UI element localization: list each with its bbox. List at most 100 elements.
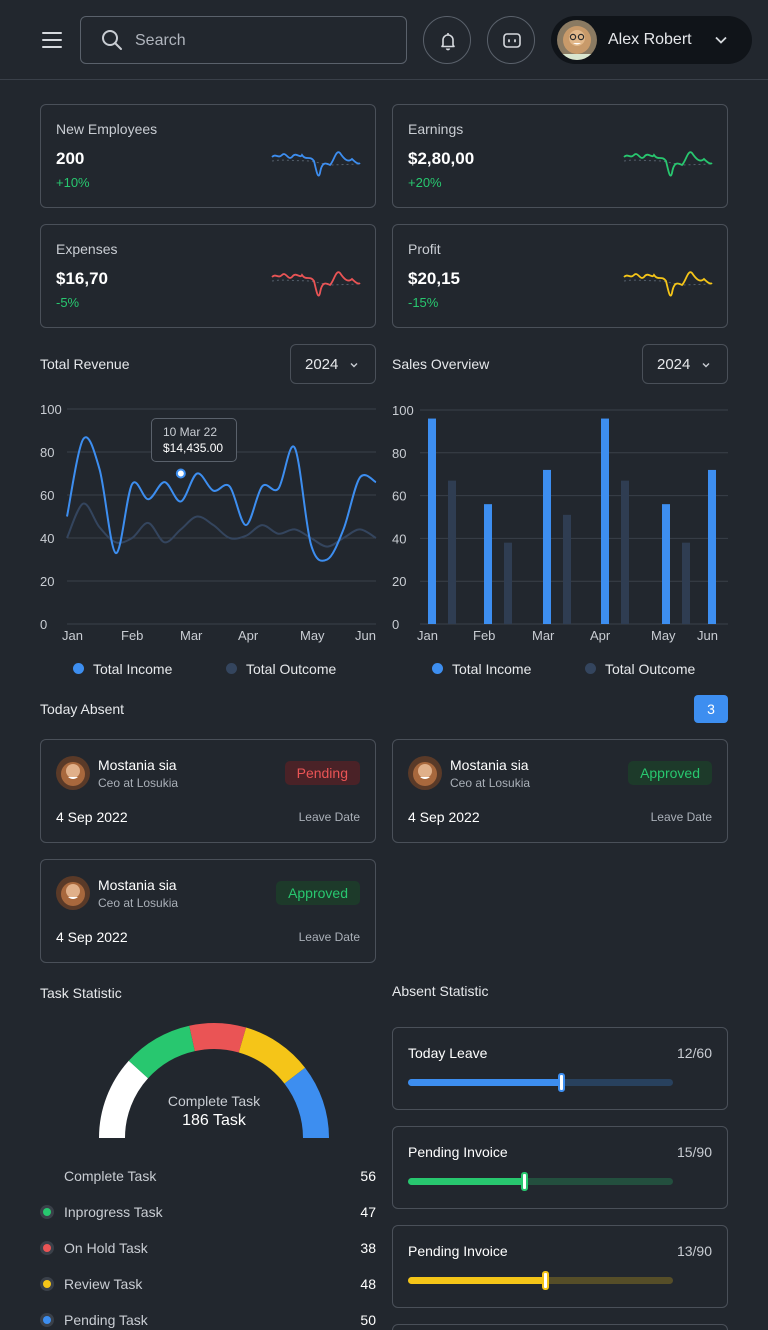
revenue-title: Total Revenue — [40, 356, 130, 372]
progress-value: 12/60 — [676, 1045, 712, 1061]
bar-income — [484, 504, 492, 624]
progress-label: Pending Invoice — [408, 1243, 508, 1259]
stat-label: Earnings — [408, 121, 464, 137]
status-badge: Approved — [628, 761, 712, 785]
progress-track[interactable] — [408, 1271, 673, 1290]
avatar — [557, 20, 597, 60]
avatar — [56, 876, 90, 910]
x-tick-label: Jan — [417, 628, 438, 643]
stat-change: +20% — [408, 175, 442, 190]
legend-dot-outcome — [226, 663, 237, 674]
x-tick-label: Feb — [121, 628, 143, 643]
y-tick-label: 80 — [40, 445, 54, 460]
sparkline-chart — [271, 271, 361, 297]
select-value: 2024 — [305, 356, 339, 373]
progress-handle[interactable] — [520, 1172, 528, 1191]
task-dot — [40, 1205, 54, 1219]
user-profile-menu[interactable]: Alex Robert — [551, 16, 752, 64]
task-label: Complete Task — [64, 1168, 157, 1184]
task-title: Task Statistic — [40, 985, 122, 1001]
stat-value: $2,80,00 — [408, 149, 475, 168]
x-tick-label: Mar — [532, 628, 555, 643]
stat-change: -15% — [408, 295, 439, 310]
message-button[interactable] — [487, 16, 535, 64]
task-row-review: Review Task 48 — [40, 1274, 376, 1294]
progress-card — [392, 1324, 728, 1330]
tooltip-date: 10 Mar 22 — [163, 425, 218, 439]
status-badge: Pending — [284, 761, 360, 785]
stat-value: $16,70 — [56, 269, 108, 288]
progress-fill — [408, 1277, 546, 1284]
y-tick-label: 100 — [40, 402, 62, 417]
avatar — [408, 756, 442, 790]
y-tick-label: 100 — [392, 403, 414, 418]
progress-card: Pending Invoice 13/90 — [392, 1225, 728, 1308]
leave-date: 4 Sep 2022 — [56, 929, 128, 945]
revenue-year-select[interactable]: 2024 — [290, 344, 376, 384]
absent-card: Mostania sia Ceo at Losukia Approved 4 S… — [392, 739, 728, 843]
gauge-segment — [238, 1027, 306, 1084]
y-tick-label: 20 — [40, 574, 54, 589]
bar-income — [428, 418, 436, 624]
series-line-outcome — [66, 502, 377, 548]
progress-track[interactable] — [408, 1172, 673, 1191]
x-tick-label: Apr — [590, 628, 611, 643]
progress-fill — [408, 1178, 525, 1185]
progress-value: 13/90 — [676, 1243, 712, 1259]
tooltip-value: $14,435.00 — [163, 441, 224, 455]
bar-outcome — [621, 480, 629, 624]
y-tick-label: 60 — [40, 488, 54, 503]
search-box[interactable] — [80, 16, 407, 64]
legend-outcome: Total Outcome — [605, 661, 696, 677]
stat-label: Expenses — [56, 241, 118, 257]
chevron-down-icon — [350, 363, 358, 368]
leave-date-label: Leave Date — [298, 810, 360, 824]
leave-date: 4 Sep 2022 — [408, 809, 480, 825]
stat-card-earnings: Earnings $2,80,00 +20% — [392, 104, 728, 208]
employee-role: Ceo at Losukia — [98, 776, 179, 790]
x-tick-label: Feb — [473, 628, 495, 643]
hamburger-menu-icon[interactable] — [34, 24, 70, 56]
bar-outcome — [448, 480, 456, 624]
task-label: Pending Task — [64, 1312, 148, 1328]
task-label: On Hold Task — [64, 1240, 148, 1256]
gauge-segment — [189, 1023, 247, 1053]
task-dot — [40, 1313, 54, 1327]
absent-stat-title: Absent Statistic — [392, 983, 489, 999]
sales-year-select[interactable]: 2024 — [642, 344, 728, 384]
task-value: 38 — [360, 1240, 376, 1256]
absent-title: Today Absent — [40, 701, 125, 717]
search-icon — [102, 30, 122, 50]
legend-dot-income — [432, 663, 443, 674]
y-tick-label: 40 — [40, 531, 54, 546]
legend-dot-income — [73, 663, 84, 674]
x-tick-label: May — [300, 628, 325, 643]
legend-income: Total Income — [452, 661, 532, 677]
notification-button[interactable] — [423, 16, 471, 64]
task-dot — [40, 1241, 54, 1255]
search-input[interactable] — [135, 29, 385, 53]
progress-handle[interactable] — [557, 1073, 565, 1092]
legend-income: Total Income — [93, 661, 173, 677]
y-tick-label: 0 — [392, 617, 399, 632]
task-row-inprogress: Inprogress Task 47 — [40, 1202, 376, 1222]
task-row-pending: Pending Task 50 — [40, 1310, 376, 1330]
bar-income — [543, 469, 551, 624]
absent-card: Mostania sia Ceo at Losukia Pending 4 Se… — [40, 739, 376, 843]
bar-income — [708, 469, 716, 624]
chevron-down-icon — [715, 36, 727, 44]
progress-handle[interactable] — [541, 1271, 549, 1290]
absent-count-badge: 3 — [694, 695, 728, 723]
select-value: 2024 — [657, 356, 691, 373]
stat-change: -5% — [56, 295, 80, 310]
employee-name: Mostania sia — [450, 757, 529, 773]
x-tick-label: Jan — [62, 628, 83, 643]
progress-track[interactable] — [408, 1073, 673, 1092]
task-value: 47 — [360, 1204, 376, 1220]
x-tick-label: Mar — [180, 628, 203, 643]
stat-value: 200 — [56, 149, 85, 168]
sparkline-chart — [623, 271, 713, 297]
bar-income — [601, 418, 609, 624]
leave-date: 4 Sep 2022 — [56, 809, 128, 825]
leave-date-label: Leave Date — [298, 930, 360, 944]
